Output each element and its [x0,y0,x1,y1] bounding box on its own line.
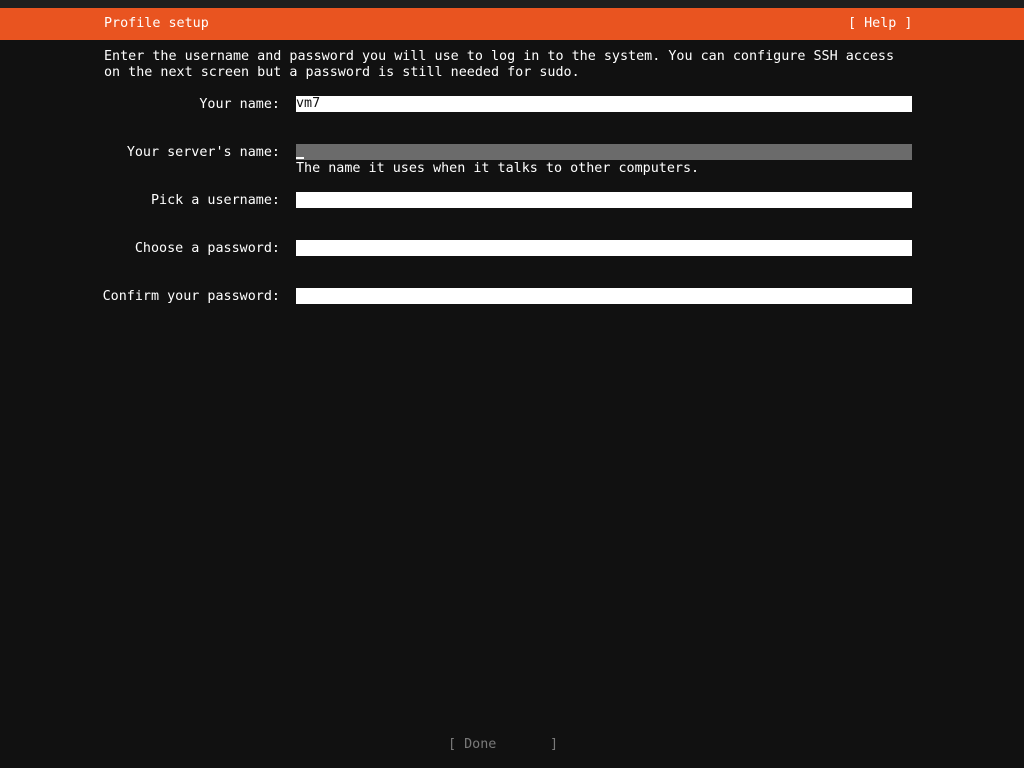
intro-text: Enter the username and password you will… [104,49,903,80]
top-strip [0,0,1024,8]
server-name-field[interactable] [296,144,912,160]
help-button[interactable]: [ Help ] [848,16,913,32]
text-cursor [296,157,304,159]
done-button[interactable]: [ Done [448,737,496,753]
your-name-label: Your name: [199,97,280,112]
username-label: Pick a username: [151,193,280,208]
password-field[interactable] [296,240,912,256]
page-title: Profile setup [104,16,209,31]
server-name-hint: The name it uses when it talks to other … [296,161,700,176]
your-name-field[interactable]: vm7 [296,96,912,112]
done-button-bracket: ] [550,737,559,752]
username-field[interactable] [296,192,912,208]
confirm-password-field[interactable] [296,288,912,304]
server-name-label: Your server's name: [126,145,280,160]
confirm-password-label: Confirm your password: [102,289,280,304]
password-label: Choose a password: [134,241,280,256]
